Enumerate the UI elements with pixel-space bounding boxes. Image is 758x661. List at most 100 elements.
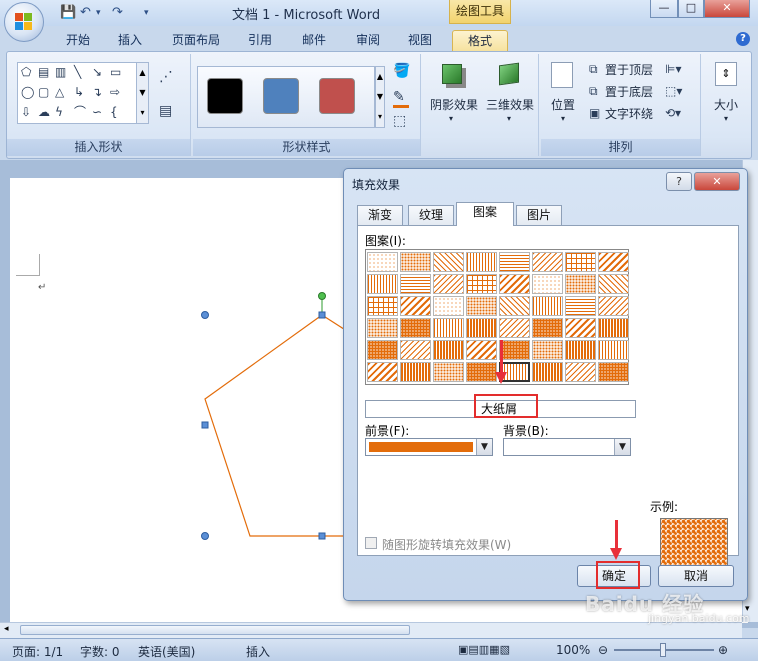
text-wrap-icon[interactable]: ▣ xyxy=(589,106,600,120)
pattern-swatch[interactable] xyxy=(499,274,530,294)
shape-outline-icon[interactable]: ✎ xyxy=(393,90,405,104)
redo-icon[interactable]: ↷ xyxy=(112,5,123,21)
pattern-swatch[interactable] xyxy=(565,274,596,294)
pattern-swatch[interactable] xyxy=(400,274,431,294)
line-shape-icon[interactable]: ╲ xyxy=(74,65,81,79)
pattern-swatch[interactable] xyxy=(499,252,530,272)
brace-shape-icon[interactable]: { xyxy=(110,105,118,119)
pattern-swatch[interactable] xyxy=(367,296,398,316)
change-shape-icon[interactable]: ⬚ xyxy=(393,114,406,128)
shadow-dropdown-icon[interactable]: ▾ xyxy=(445,114,457,123)
pattern-swatch[interactable] xyxy=(466,274,497,294)
pattern-swatch[interactable] xyxy=(433,296,464,316)
close-button[interactable]: ✕ xyxy=(704,0,750,18)
pattern-swatch[interactable] xyxy=(433,340,464,360)
tab-picture[interactable]: 图片 xyxy=(516,205,562,225)
shapes-gallery-scroll[interactable]: ▲ ▼ ▾ xyxy=(136,63,148,123)
pattern-swatch[interactable] xyxy=(598,296,629,316)
pattern-swatch[interactable] xyxy=(532,340,563,360)
resize-handle-bottom-left[interactable] xyxy=(201,532,209,540)
rounded-rect-shape-icon[interactable]: ▢ xyxy=(38,85,49,99)
tab-references[interactable]: 引用 xyxy=(240,30,280,51)
background-color-select[interactable]: ▼ xyxy=(503,438,631,456)
view-buttons-icon[interactable]: ▣▤▥▦▧ xyxy=(458,643,510,656)
pattern-swatch[interactable] xyxy=(598,362,629,382)
pattern-swatch[interactable] xyxy=(433,362,464,382)
pattern-swatch[interactable] xyxy=(400,362,431,382)
tab-view[interactable]: 视图 xyxy=(400,30,440,51)
bring-to-front-icon[interactable]: ⧉ xyxy=(589,62,598,76)
arrow-shape-icon[interactable]: ↘ xyxy=(92,65,102,79)
3d-effect-icon[interactable] xyxy=(499,62,519,86)
undo-icon[interactable]: ↶ xyxy=(80,5,91,21)
triangle-shape-icon[interactable]: △ xyxy=(55,85,64,99)
pattern-swatch[interactable] xyxy=(565,362,596,382)
position-icon[interactable] xyxy=(551,62,573,88)
style-swatch-red[interactable] xyxy=(319,78,355,114)
undo-dropdown-icon[interactable]: ▾ xyxy=(96,5,101,21)
status-insert-mode[interactable]: 插入 xyxy=(246,643,270,660)
tab-mailings[interactable]: 邮件 xyxy=(294,30,334,51)
horizontal-scroll-thumb[interactable] xyxy=(20,625,410,635)
cloud-shape-icon[interactable]: ☁ xyxy=(38,105,50,119)
elbow-arrow-icon[interactable]: ↴ xyxy=(92,85,102,99)
tab-texture[interactable]: 纹理 xyxy=(408,205,454,225)
pattern-swatch[interactable] xyxy=(499,340,530,360)
pattern-swatch[interactable] xyxy=(466,296,497,316)
pattern-swatch[interactable] xyxy=(499,296,530,316)
tab-review[interactable]: 审阅 xyxy=(348,30,388,51)
scroll-left-icon[interactable]: ◂ xyxy=(4,624,9,634)
shadow-effect-button[interactable]: 阴影效果 xyxy=(429,96,479,113)
pattern-swatch[interactable] xyxy=(367,252,398,272)
shadow-effect-icon[interactable] xyxy=(442,64,462,84)
style-gallery-scroll[interactable]: ▲ ▼ ▾ xyxy=(375,66,385,128)
zoom-in-icon[interactable]: ⊕ xyxy=(718,643,728,657)
resize-handle-bottom[interactable] xyxy=(318,532,326,540)
pattern-swatch[interactable] xyxy=(400,252,431,272)
pattern-swatch[interactable] xyxy=(433,318,464,338)
elbow-connector-icon[interactable]: ↳ xyxy=(74,85,84,99)
tab-format[interactable]: 格式 xyxy=(452,30,508,51)
cancel-button[interactable]: 取消 xyxy=(658,565,734,587)
pattern-swatch[interactable] xyxy=(466,362,497,382)
tab-page-layout[interactable]: 页面布局 xyxy=(166,30,226,51)
status-page[interactable]: 页面: 1/1 xyxy=(12,643,63,660)
align-icon[interactable]: ⊫▾ xyxy=(665,62,681,76)
customize-qat-icon[interactable]: ▾ xyxy=(144,5,149,21)
group-objects-icon[interactable]: ⬚▾ xyxy=(665,84,682,98)
dialog-close-button[interactable]: ✕ xyxy=(694,172,740,191)
curve-shape-icon[interactable]: ∽ xyxy=(92,105,102,119)
pattern-swatch[interactable] xyxy=(466,252,497,272)
pattern-swatch[interactable] xyxy=(532,296,563,316)
vertical-textbox-icon[interactable]: ▥ xyxy=(55,65,66,79)
pattern-swatch[interactable] xyxy=(565,340,596,360)
help-icon[interactable]: ? xyxy=(736,32,750,46)
pattern-swatch[interactable] xyxy=(499,318,530,338)
status-words[interactable]: 字数: 0 xyxy=(80,643,120,660)
pattern-swatch[interactable] xyxy=(532,252,563,272)
resize-handle-top-left[interactable] xyxy=(201,311,209,319)
style-swatch-blue[interactable] xyxy=(263,78,299,114)
tab-gradient[interactable]: 渐变 xyxy=(357,205,403,225)
rotate-with-shape-checkbox[interactable] xyxy=(365,537,377,549)
3d-dropdown-icon[interactable]: ▾ xyxy=(503,114,515,123)
size-icon[interactable]: ⇕ xyxy=(715,62,737,86)
pattern-swatch[interactable] xyxy=(367,274,398,294)
text-wrap-button[interactable]: 文字环绕 xyxy=(605,105,653,122)
zoom-level[interactable]: 100% xyxy=(556,643,590,657)
bring-to-front-button[interactable]: 置于顶层 xyxy=(605,61,653,78)
pattern-swatch[interactable] xyxy=(532,362,563,382)
background-dropdown-icon[interactable]: ▼ xyxy=(614,439,630,455)
shapes-gallery[interactable]: ⬠ ▤ ▥ ╲ ↘ ▭ ◯ ▢ △ ↳ ↴ ⇨ ⇩ ☁ ϟ ⌒ ∽ { ▲ ▼ ▾ xyxy=(17,62,149,124)
office-button[interactable] xyxy=(4,2,44,42)
pattern-swatch[interactable] xyxy=(433,252,464,272)
pattern-swatch[interactable] xyxy=(598,340,629,360)
pattern-swatch[interactable] xyxy=(367,362,398,382)
dialog-help-button[interactable]: ? xyxy=(666,172,692,191)
resize-handle-left[interactable] xyxy=(201,421,209,429)
position-dropdown-icon[interactable]: ▾ xyxy=(557,114,569,123)
pattern-swatch[interactable] xyxy=(532,318,563,338)
pattern-swatch[interactable] xyxy=(433,274,464,294)
zoom-slider-thumb[interactable] xyxy=(660,643,666,657)
foreground-color-select[interactable]: ▼ xyxy=(365,438,493,456)
